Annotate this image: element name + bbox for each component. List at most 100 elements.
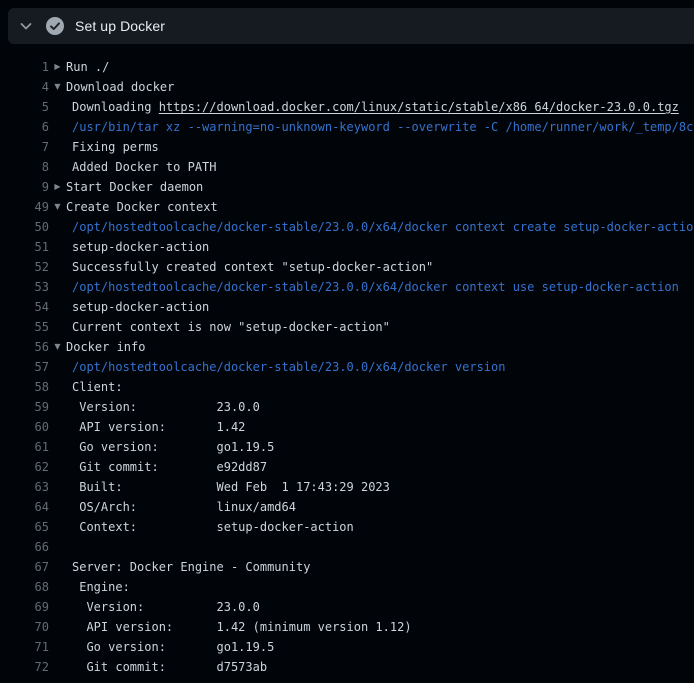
log-line: 7 Fixing perms (0, 137, 694, 157)
log-line: 62 Git commit: e92dd87 (0, 457, 694, 477)
log-line: 53/opt/hostedtoolcache/docker-stable/23.… (0, 277, 694, 297)
group-title: Start Docker daemon (66, 177, 203, 197)
line-number[interactable]: 51 (0, 237, 49, 257)
line-number[interactable]: 1 (0, 57, 49, 77)
command-text: /usr/bin/tar xz --warning=no-unknown-key… (72, 120, 694, 134)
log-text: Current context is now "setup-docker-act… (72, 317, 390, 337)
line-number[interactable]: 56 (0, 337, 49, 357)
log-line: 70 API version: 1.42 (minimum version 1.… (0, 617, 694, 637)
line-number[interactable]: 6 (0, 117, 49, 137)
line-number[interactable]: 72 (0, 657, 49, 677)
log-text: Git commit: d7573ab (72, 657, 267, 677)
group-title: Run ./ (66, 57, 109, 77)
log-line: 57/opt/hostedtoolcache/docker-stable/23.… (0, 357, 694, 377)
log-line: 68 Engine: (0, 577, 694, 597)
log-text: Engine: (72, 577, 130, 597)
log-link[interactable]: https://download.docker.com/linux/static… (159, 100, 679, 114)
log-line: 67 Server: Docker Engine - Community (0, 557, 694, 577)
log-line: 58 Client: (0, 377, 694, 397)
log-line: 71 Go version: go1.19.5 (0, 637, 694, 657)
log-group-line[interactable]: 1▶Run ./ (0, 57, 694, 77)
line-number[interactable]: 60 (0, 417, 49, 437)
log-text: Built: Wed Feb 1 17:43:29 2023 (72, 477, 390, 497)
log-text-segment: Downloading (72, 100, 159, 114)
group-expand-icon[interactable]: ▶ (49, 177, 66, 197)
log-text: Added Docker to PATH (72, 157, 217, 177)
chevron-down-icon[interactable] (19, 19, 33, 33)
line-number[interactable]: 7 (0, 137, 49, 157)
line-number[interactable]: 9 (0, 177, 49, 197)
line-number[interactable]: 66 (0, 537, 49, 557)
log-line: 55 Current context is now "setup-docker-a… (0, 317, 694, 337)
line-number[interactable]: 4 (0, 77, 49, 97)
line-number[interactable]: 53 (0, 277, 49, 297)
line-number[interactable]: 65 (0, 517, 49, 537)
log-text: Client: (72, 377, 123, 397)
log-text: /opt/hostedtoolcache/docker-stable/23.0.… (72, 277, 679, 297)
log-text: OS/Arch: linux/amd64 (72, 497, 296, 517)
log-text: Downloading https://download.docker.com/… (72, 97, 679, 117)
line-number[interactable]: 63 (0, 477, 49, 497)
line-number[interactable]: 64 (0, 497, 49, 517)
line-number[interactable]: 54 (0, 297, 49, 317)
line-number[interactable]: 67 (0, 557, 49, 577)
log-text: /opt/hostedtoolcache/docker-stable/23.0.… (72, 357, 505, 377)
log-line: 8 Added Docker to PATH (0, 157, 694, 177)
line-number[interactable]: 50 (0, 217, 49, 237)
log-text: Version: 23.0.0 (72, 597, 260, 617)
line-number[interactable]: 57 (0, 357, 49, 377)
group-title: Create Docker context (66, 197, 218, 217)
log-line: 52 Successfully created context "setup-do… (0, 257, 694, 277)
group-title: Docker info (66, 337, 145, 357)
group-collapse-icon[interactable]: ▼ (49, 337, 66, 357)
line-number[interactable]: 68 (0, 577, 49, 597)
log-text: API version: 1.42 (minimum version 1.12) (72, 617, 412, 637)
log-text: Git commit: e92dd87 (72, 457, 267, 477)
log-line: 69 Version: 23.0.0 (0, 597, 694, 617)
line-number[interactable]: 5 (0, 97, 49, 117)
log-text: Fixing perms (72, 137, 159, 157)
line-number[interactable]: 71 (0, 637, 49, 657)
log-text: /opt/hostedtoolcache/docker-stable/23.0.… (72, 217, 694, 237)
log-text: API version: 1.42 (72, 417, 245, 437)
log-line: 72 Git commit: d7573ab (0, 657, 694, 677)
line-number[interactable]: 58 (0, 377, 49, 397)
log-line: 60 API version: 1.42 (0, 417, 694, 437)
log-line: 63 Built: Wed Feb 1 17:43:29 2023 (0, 477, 694, 497)
log-text: Go version: go1.19.5 (72, 437, 274, 457)
log-text: Server: Docker Engine - Community (72, 557, 310, 577)
step-title: Set up Docker (75, 18, 165, 34)
line-number[interactable]: 55 (0, 317, 49, 337)
line-number[interactable]: 59 (0, 397, 49, 417)
line-number[interactable]: 52 (0, 257, 49, 277)
command-text: /opt/hostedtoolcache/docker-stable/23.0.… (72, 220, 694, 234)
log-line: 50/opt/hostedtoolcache/docker-stable/23.… (0, 217, 694, 237)
line-number[interactable]: 8 (0, 157, 49, 177)
line-number[interactable]: 62 (0, 457, 49, 477)
line-number[interactable]: 49 (0, 197, 49, 217)
log-line: 5 Downloading https://download.docker.com… (0, 97, 694, 117)
group-title: Download docker (66, 77, 174, 97)
log-text: setup-docker-action (72, 237, 209, 257)
line-number[interactable]: 69 (0, 597, 49, 617)
command-text: /opt/hostedtoolcache/docker-stable/23.0.… (72, 280, 679, 294)
group-expand-icon[interactable]: ▶ (49, 57, 66, 77)
log-line: 66 (0, 537, 694, 557)
log-group-line[interactable]: 9▶Start Docker daemon (0, 177, 694, 197)
log-text: Go version: go1.19.5 (72, 637, 274, 657)
command-text: /opt/hostedtoolcache/docker-stable/23.0.… (72, 360, 505, 374)
group-collapse-icon[interactable]: ▼ (49, 77, 66, 97)
group-collapse-icon[interactable]: ▼ (49, 197, 66, 217)
log-text: Successfully created context "setup-dock… (72, 257, 433, 277)
log-text: Version: 23.0.0 (72, 397, 260, 417)
log-group-line[interactable]: 49▼Create Docker context (0, 197, 694, 217)
log-text: setup-docker-action (72, 297, 209, 317)
actions-log-viewer: Set up Docker 1▶Run ./4▼Download docker5… (0, 8, 694, 677)
log-group-line[interactable]: 4▼Download docker (0, 77, 694, 97)
line-number[interactable]: 61 (0, 437, 49, 457)
log-text: Context: setup-docker-action (72, 517, 354, 537)
step-header[interactable]: Set up Docker (8, 8, 694, 44)
check-circle-icon (46, 17, 64, 35)
line-number[interactable]: 70 (0, 617, 49, 637)
log-group-line[interactable]: 56▼Docker info (0, 337, 694, 357)
